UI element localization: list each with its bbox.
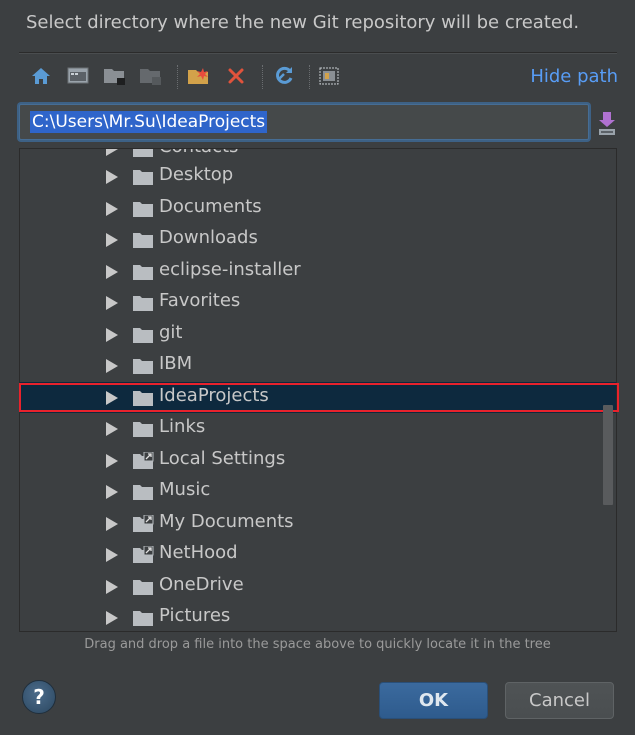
- path-input-value: C:\Users\Mr.Su\IdeaProjects: [30, 111, 268, 133]
- show-hidden-icon[interactable]: [316, 63, 342, 89]
- tree-row-selected[interactable]: IdeaProjects: [20, 381, 616, 413]
- tree-row-label: Pictures: [159, 605, 231, 626]
- path-history-icon[interactable]: [595, 108, 619, 138]
- home-icon[interactable]: [28, 63, 54, 89]
- drag-drop-hint: Drag and drop a file into the space abov…: [84, 637, 551, 652]
- cancel-button[interactable]: Cancel: [505, 682, 614, 719]
- tree-row-label: Documents: [159, 195, 262, 217]
- tree-row[interactable]: Desktop: [20, 161, 616, 192]
- tree-row[interactable]: Links: [20, 413, 616, 444]
- tree-row-label: Downloads: [159, 227, 258, 248]
- tree-row-label: Favorites: [159, 290, 241, 311]
- expand-arrow-icon[interactable]: [106, 422, 118, 436]
- folder-icon: [133, 579, 153, 595]
- tree-row-label: OneDrive: [159, 573, 244, 595]
- folder-icon: [133, 264, 153, 280]
- help-button[interactable]: ?: [22, 680, 56, 714]
- tree-row-label: My Documents: [159, 510, 294, 532]
- tree-row[interactable]: Downloads: [20, 224, 616, 255]
- tree-row[interactable]: Local Settings: [20, 445, 616, 476]
- linked-folder-icon: [133, 546, 154, 563]
- refresh-icon[interactable]: [271, 63, 297, 89]
- expand-arrow-icon[interactable]: [106, 516, 118, 531]
- tree-row-label: git: [159, 321, 183, 343]
- tree-row[interactable]: OneDrive: [20, 571, 616, 602]
- expand-arrow-icon[interactable]: [106, 579, 118, 594]
- folder-icon: [133, 201, 153, 217]
- tree-row[interactable]: git: [20, 319, 616, 350]
- header-divider: [19, 52, 617, 54]
- folder-icon: [133, 359, 153, 374]
- help-button-label: ?: [33, 685, 45, 709]
- expand-arrow-icon[interactable]: [106, 359, 118, 373]
- tree-row[interactable]: Pictures: [20, 602, 616, 631]
- tree-row[interactable]: IBM: [20, 350, 616, 381]
- expand-arrow-icon[interactable]: [106, 390, 118, 405]
- tree-row[interactable]: eclipse-installer: [20, 256, 616, 287]
- expand-arrow-icon[interactable]: [106, 170, 118, 184]
- select-directory-dialog: Select directory where the new Git repos…: [0, 0, 635, 735]
- folder-icon: [133, 327, 153, 343]
- folder-icon: [133, 485, 153, 500]
- expand-arrow-icon[interactable]: [106, 201, 118, 216]
- expand-arrow-icon[interactable]: [106, 296, 118, 310]
- path-input[interactable]: C:\Users\Mr.Su\IdeaProjects: [19, 104, 589, 140]
- tree-row-label: Contacts: [159, 149, 238, 157]
- tree-row-label: Desktop: [159, 164, 234, 185]
- expand-arrow-icon[interactable]: [106, 149, 118, 156]
- tree-row-label: Music: [159, 479, 211, 500]
- tree-scrollbar[interactable]: [603, 405, 613, 505]
- new-folder-icon[interactable]: [186, 63, 212, 89]
- toolbar-separator: [262, 65, 264, 89]
- linked-folder-icon: [133, 451, 154, 469]
- tree-row-label: Local Settings: [159, 447, 286, 469]
- tree-row[interactable]: NetHood: [20, 539, 616, 570]
- folder-icon: [133, 296, 153, 311]
- toolbar-separator: [177, 65, 179, 89]
- tree-row-label: eclipse-installer: [159, 258, 301, 280]
- expand-arrow-icon[interactable]: [106, 548, 118, 562]
- expand-arrow-icon[interactable]: [106, 233, 118, 247]
- dialog-instruction: Select directory where the new Git repos…: [26, 12, 580, 33]
- folder-icon: [133, 390, 153, 406]
- tree-row[interactable]: My Documents: [20, 508, 616, 539]
- delete-icon[interactable]: [223, 63, 249, 89]
- tree-row-label: NetHood: [159, 542, 238, 563]
- ok-button[interactable]: OK: [379, 682, 488, 719]
- hide-path-link[interactable]: Hide path: [530, 66, 618, 87]
- tree-row[interactable]: Favorites: [20, 287, 616, 318]
- project-folder-icon[interactable]: [102, 63, 128, 89]
- tree-row[interactable]: Documents: [20, 193, 616, 224]
- tree-row-label: IdeaProjects: [159, 384, 269, 406]
- tree-row[interactable]: Music: [20, 476, 616, 507]
- linked-folder-icon: [133, 514, 154, 532]
- folder-icon: [133, 422, 153, 437]
- folder-icon: [133, 149, 153, 157]
- folder-icon: [133, 233, 153, 248]
- tree-row-label: IBM: [159, 353, 193, 374]
- expand-arrow-icon[interactable]: [106, 327, 118, 342]
- module-folder-icon[interactable]: [138, 63, 164, 89]
- directory-tree[interactable]: Contacts Desktop Documents Downloads eclips…: [19, 148, 617, 632]
- toolbar-separator: [309, 65, 311, 89]
- desktop-icon[interactable]: [65, 63, 91, 89]
- expand-arrow-icon[interactable]: [106, 453, 118, 468]
- expand-arrow-icon[interactable]: [106, 264, 118, 279]
- expand-arrow-icon[interactable]: [106, 485, 118, 499]
- folder-icon: [133, 611, 153, 626]
- expand-arrow-icon[interactable]: [106, 611, 118, 625]
- tree-row-label: Links: [159, 416, 206, 437]
- toolbar: Hide path: [28, 63, 618, 91]
- folder-icon: [133, 170, 153, 185]
